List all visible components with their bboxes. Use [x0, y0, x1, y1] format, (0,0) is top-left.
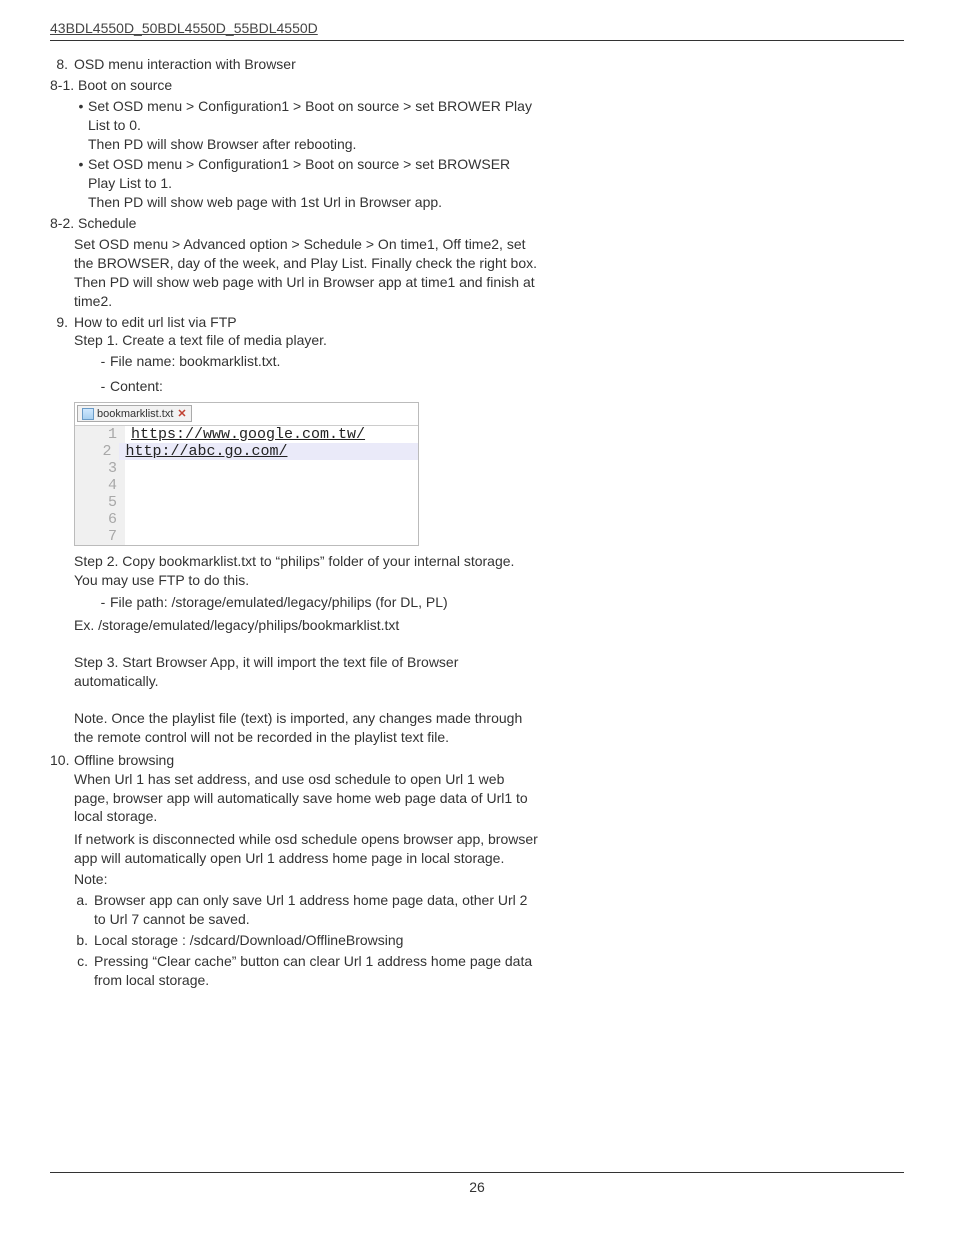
body-text: Step 3. Start Browser App, it will impor… [74, 653, 540, 691]
body-text: How to edit url list via FTP Step 1. Cre… [74, 313, 540, 351]
text: Then PD will show Browser after rebootin… [88, 136, 356, 152]
editor-lines: 1 https://www.google.com.tw/2 http://abc.g… [75, 425, 418, 545]
dash-icon: - [96, 377, 110, 396]
body-text: Set OSD menu > Configuration1 > Boot on … [88, 155, 540, 212]
list-letter: a. [74, 891, 94, 929]
body-text: Note: [74, 870, 540, 889]
body-text: OSD menu interaction with Browser [74, 55, 540, 74]
line-number: 3 [75, 460, 125, 477]
line-number: 4 [75, 477, 125, 494]
line-number: 5 [75, 494, 125, 511]
text: Then PD will show web page with 1st Url … [88, 194, 442, 210]
body-text: 8-1. Boot on source [50, 76, 540, 95]
line-content[interactable] [125, 460, 140, 477]
body-text: Ex. /storage/emulated/legacy/philips/boo… [74, 616, 540, 635]
editor-line[interactable]: 5 [75, 494, 418, 511]
line-content[interactable] [125, 511, 140, 528]
editor-line[interactable]: 4 [75, 477, 418, 494]
text-editor: bookmarklist.txt ✕ 1 https://www.google.c… [74, 402, 419, 546]
line-content[interactable] [125, 528, 140, 545]
line-number: 6 [75, 511, 125, 528]
body-text: Step 2. Copy bookmarklist.txt to “philip… [74, 552, 540, 590]
list-letter: c. [74, 952, 94, 990]
body-text: Note. Once the playlist file (text) is i… [74, 709, 540, 747]
text: Set OSD menu > Configuration1 > Boot on … [88, 156, 510, 191]
body-text: Set OSD menu > Configuration1 > Boot on … [88, 97, 540, 154]
text: How to edit url list via FTP [74, 314, 237, 330]
line-number: 7 [75, 528, 125, 545]
editor-line[interactable]: 3 [75, 460, 418, 477]
body-text: File name: bookmarklist.txt. [110, 352, 540, 371]
line-content[interactable]: https://www.google.com.tw/ [125, 426, 365, 443]
line-number: 1 [75, 426, 125, 443]
text: Set OSD menu > Configuration1 > Boot on … [88, 98, 532, 133]
body-text: If network is disconnected while osd sch… [74, 830, 540, 868]
page-number: 26 [469, 1179, 485, 1195]
line-number: 2 [75, 443, 119, 460]
editor-line[interactable]: 6 [75, 511, 418, 528]
tab-title: bookmarklist.txt [97, 408, 173, 420]
line-content[interactable] [125, 494, 140, 511]
editor-line[interactable]: 2 http://abc.go.com/ [75, 443, 418, 460]
close-icon[interactable]: ✕ [177, 407, 186, 420]
page-footer: 26 [50, 1172, 904, 1195]
body-text: Browser app can only save Url 1 address … [94, 891, 540, 929]
file-icon [82, 408, 94, 420]
text: Offline browsing [74, 752, 174, 768]
text: Step 1. Create a text file of media play… [74, 332, 327, 348]
body-text: Content: [110, 377, 540, 396]
list-number: 10. [50, 751, 74, 827]
url-link[interactable]: http://abc.go.com/ [125, 443, 287, 460]
editor-tab[interactable]: bookmarklist.txt ✕ [77, 405, 192, 422]
line-content[interactable]: http://abc.go.com/ [119, 443, 418, 460]
text: When Url 1 has set address, and use osd … [74, 771, 528, 825]
main-content: 8.OSD menu interaction with Browser 8-1.… [50, 55, 540, 989]
document-header: 43BDL4550D_50BDL4550D_55BDL4550D [50, 20, 904, 41]
body-text: 8-2. Schedule [50, 214, 540, 233]
body-text: Local storage : /sdcard/Download/Offline… [94, 931, 540, 950]
list-number: 9. [50, 313, 74, 351]
bullet-icon: • [74, 155, 88, 212]
list-number: 8. [50, 55, 74, 74]
editor-line[interactable]: 7 [75, 528, 418, 545]
line-content[interactable] [125, 477, 140, 494]
dash-icon: - [96, 593, 110, 612]
bullet-icon: • [74, 97, 88, 154]
body-text: Pressing “Clear cache” button can clear … [94, 952, 540, 990]
url-link[interactable]: https://www.google.com.tw/ [131, 426, 365, 443]
body-text: Set OSD menu > Advanced option > Schedul… [74, 235, 540, 311]
body-text: File path: /storage/emulated/legacy/phil… [110, 593, 540, 612]
list-letter: b. [74, 931, 94, 950]
editor-line[interactable]: 1 https://www.google.com.tw/ [75, 426, 418, 443]
dash-icon: - [96, 352, 110, 371]
body-text: Offline browsing When Url 1 has set addr… [74, 751, 540, 827]
